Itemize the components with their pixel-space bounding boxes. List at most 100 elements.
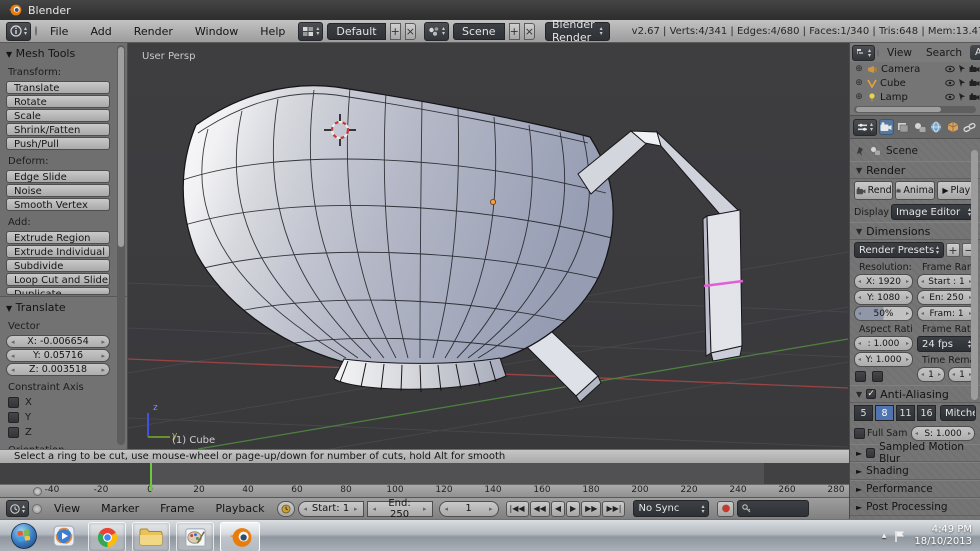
timeline-menu-view[interactable]: View — [45, 502, 89, 515]
play-reverse-button[interactable]: ◀ — [550, 500, 565, 517]
filter-size-field[interactable]: S: 1.000 — [911, 426, 975, 441]
menu-window[interactable]: Window — [186, 25, 247, 38]
play-button[interactable]: ▶ — [566, 500, 581, 517]
taskbar-paint[interactable] — [176, 522, 214, 551]
sync-mode-dropdown[interactable]: No Sync — [633, 500, 710, 517]
previous-keyframe-button[interactable]: ◀◀ — [529, 500, 550, 517]
collapse-menus-toggle[interactable] — [877, 48, 880, 57]
outliner-horizontal-scrollbar[interactable] — [854, 106, 976, 113]
scale-button[interactable]: Scale — [6, 109, 110, 122]
loop-cut-button[interactable]: Loop Cut and Slide — [6, 273, 110, 286]
add-scene-button[interactable]: + — [508, 22, 520, 40]
frame-end-field[interactable]: En: 250 — [917, 290, 976, 305]
outliner-menu-search[interactable]: Search — [920, 47, 968, 59]
selectability-cursor-icon[interactable] — [958, 78, 966, 88]
object-tab[interactable] — [946, 119, 961, 135]
constraint-z-checkbox[interactable] — [8, 427, 19, 438]
outliner-editor-selector[interactable] — [852, 44, 876, 61]
render-section-header[interactable]: ▼ Render — [850, 161, 980, 179]
border-checkbox[interactable] — [855, 371, 866, 382]
use-preview-range-button[interactable] — [276, 500, 295, 517]
samples-11-button[interactable]: 11 — [896, 405, 915, 421]
post-processing-section[interactable]: ► Post Processing — [850, 498, 980, 516]
timeline-end-field[interactable]: End: 250 — [366, 498, 433, 520]
collapse-menus-toggle[interactable] — [35, 26, 38, 36]
crop-checkbox[interactable] — [872, 371, 883, 382]
render-engine-dropdown[interactable]: Blender Render — [545, 18, 610, 44]
scene-selector[interactable] — [424, 21, 450, 41]
pin-icon[interactable] — [856, 146, 865, 157]
anti-aliasing-section-header[interactable]: ▼ ✓ Anti-Aliasing — [850, 385, 980, 403]
expand-icon[interactable] — [854, 92, 864, 102]
frame-rate-dropdown[interactable]: 24 fps — [917, 336, 976, 352]
smooth-vertex-button[interactable]: Smooth Vertex — [6, 198, 110, 211]
selectability-cursor-icon[interactable] — [958, 64, 966, 74]
current-frame-marker[interactable] — [150, 463, 152, 491]
add-layout-button[interactable]: + — [389, 22, 401, 40]
timeline-ruler[interactable]: -40 -20 0 20 40 60 80 100 120 140 160 18… — [0, 484, 849, 497]
ruler-knob[interactable] — [33, 487, 42, 496]
menu-render[interactable]: Render — [125, 25, 182, 38]
extrude-individual-button[interactable]: Extrude Individual — [6, 245, 110, 258]
translate-operator-panel-header[interactable]: ▼ Translate — [0, 297, 127, 316]
sampled-motion-blur-section[interactable]: ► Sampled Motion Blur — [850, 441, 980, 465]
renderability-camera-icon[interactable] — [969, 79, 980, 87]
visibility-eye-icon[interactable] — [945, 65, 955, 73]
constraint-y-checkbox[interactable] — [8, 412, 19, 423]
world-tab[interactable] — [929, 119, 944, 135]
anti-aliasing-checkbox[interactable]: ✓ — [866, 389, 877, 399]
tool-shelf-scrollbar-thumb[interactable] — [118, 47, 124, 247]
dimensions-section-header[interactable]: ▼ Dimensions — [850, 222, 980, 240]
collapse-menus-toggle[interactable] — [32, 503, 43, 514]
motion-blur-checkbox[interactable] — [866, 448, 876, 458]
layout-name-field[interactable]: Default — [327, 22, 386, 40]
menu-add[interactable]: Add — [81, 25, 120, 38]
frame-start-field[interactable]: Start : 1 — [917, 274, 976, 289]
taskbar-clock[interactable]: 4:49 PM 18/10/2013 — [914, 524, 976, 548]
expand-icon[interactable] — [854, 64, 864, 74]
frame-step-field[interactable]: Fram: 1 — [917, 306, 976, 321]
mesh-tools-panel-header[interactable]: ▼ Mesh Tools — [0, 43, 127, 62]
aspect-y-field[interactable]: Y: 1.000 — [854, 352, 913, 367]
visibility-eye-icon[interactable] — [945, 79, 955, 87]
timeline-editor-selector[interactable] — [6, 500, 30, 517]
aspect-x-field[interactable]: : 1.000 — [854, 336, 913, 351]
jump-to-end-button[interactable]: ▶▶| — [602, 500, 626, 517]
3d-viewport[interactable]: User Persp z y (1) Cube — [128, 43, 849, 449]
noise-button[interactable]: Noise — [6, 184, 110, 197]
keying-set-field[interactable] — [737, 500, 810, 517]
shrink-fatten-button[interactable]: Shrink/Fatten — [6, 123, 110, 136]
performance-section[interactable]: ► Performance — [850, 480, 980, 498]
action-center-flag-icon[interactable] — [894, 530, 906, 543]
outliner-display-mode-dropdown[interactable]: All — [970, 45, 980, 60]
timeline-start-field[interactable]: Start: 1 — [297, 500, 364, 517]
animation-button[interactable]: Anima — [895, 181, 935, 200]
translate-button[interactable]: Translate — [6, 81, 110, 94]
constraints-tab[interactable] — [962, 119, 977, 135]
subdivide-button[interactable]: Subdivide — [6, 259, 110, 272]
render-presets-dropdown[interactable]: Render Presets — [854, 242, 944, 258]
vector-y-field[interactable]: Y: 0.05716 — [6, 349, 110, 362]
edge-slide-button[interactable]: Edge Slide — [6, 170, 110, 183]
display-mode-dropdown[interactable]: Image Editor — [891, 204, 976, 220]
properties-scrollbar[interactable] — [971, 150, 978, 400]
timeline-menu-playback[interactable]: Playback — [206, 502, 273, 515]
next-keyframe-button[interactable]: ▶▶ — [581, 500, 602, 517]
editor-type-selector[interactable] — [6, 21, 32, 41]
visibility-eye-icon[interactable] — [945, 93, 955, 101]
show-hidden-icons-button[interactable]: ▴ — [882, 531, 887, 541]
aa-filter-dropdown[interactable]: Mitchell- — [940, 405, 976, 421]
push-pull-button[interactable]: Push/Pull — [6, 137, 110, 150]
full-sample-checkbox[interactable] — [854, 428, 865, 439]
resolution-x-field[interactable]: X: 1920 — [854, 274, 913, 289]
duplicate-button[interactable]: Duplicate — [6, 287, 110, 295]
vector-z-field[interactable]: Z: 0.003518 — [6, 363, 110, 376]
outliner-menu-view[interactable]: View — [881, 47, 918, 59]
breadcrumb-scene-label[interactable]: Scene — [886, 145, 918, 157]
outliner-scrollbar-thumb[interactable] — [856, 107, 942, 112]
timeline-menu-frame[interactable]: Frame — [151, 502, 203, 515]
taskbar-media-player[interactable] — [46, 522, 82, 550]
start-button[interactable] — [8, 522, 40, 550]
expand-icon[interactable] — [854, 78, 864, 88]
renderability-camera-icon[interactable] — [969, 93, 980, 101]
